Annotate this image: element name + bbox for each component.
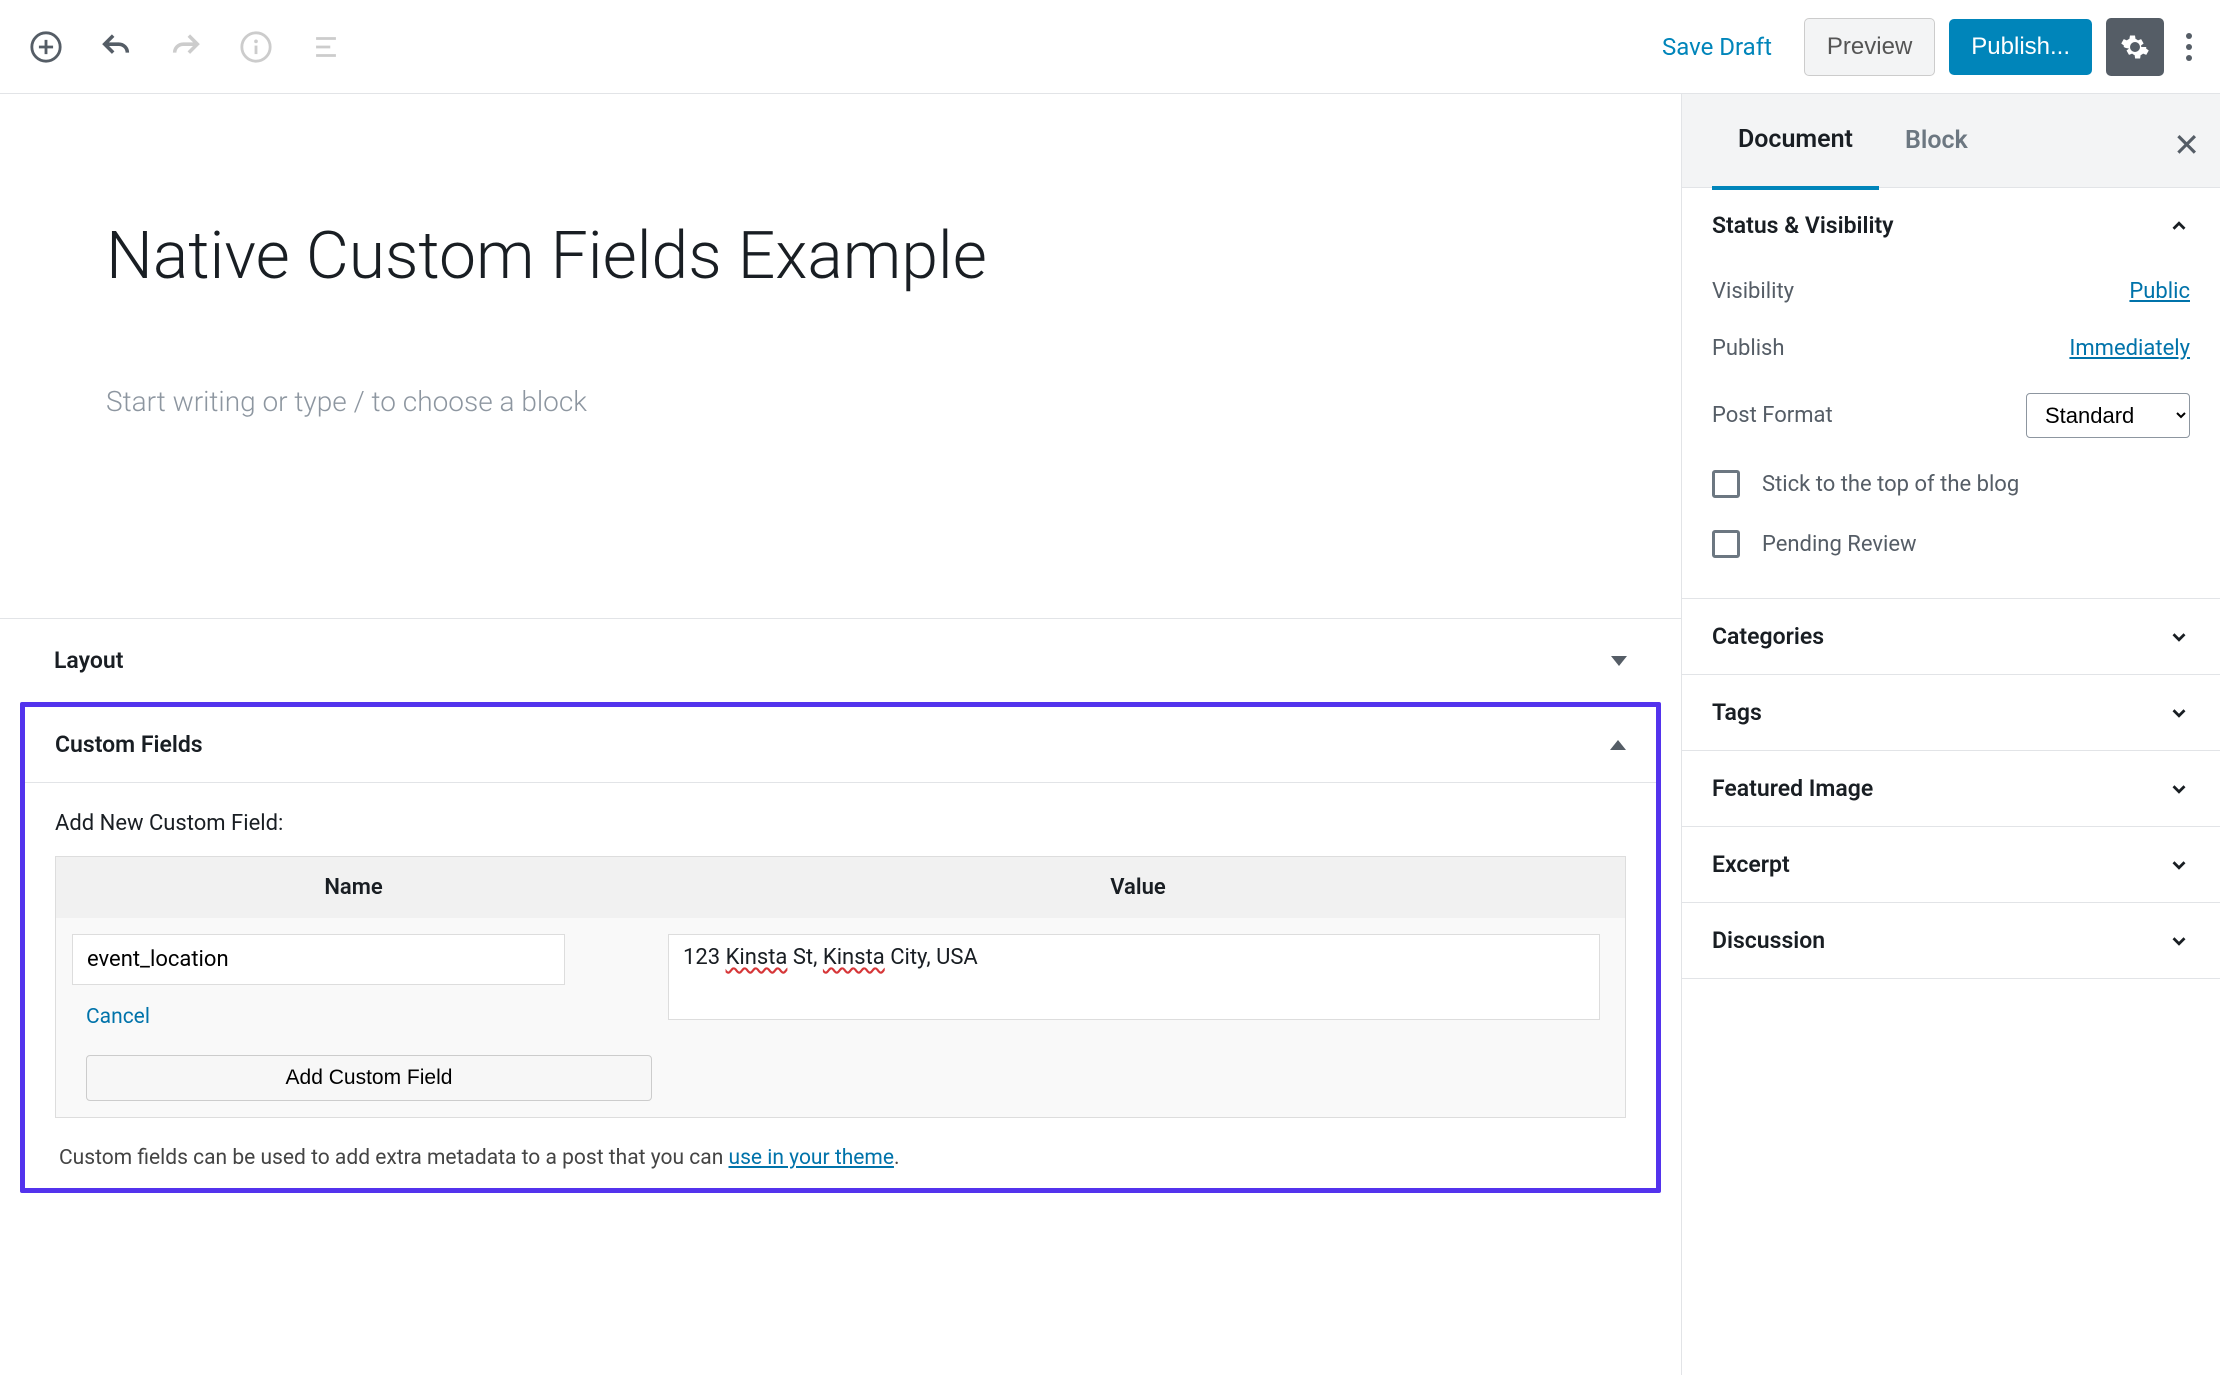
panel-categories-title: Categories xyxy=(1712,623,1824,650)
row-publish: Publish Immediately xyxy=(1712,320,2190,377)
visibility-label: Visibility xyxy=(1712,279,1794,304)
custom-fields-header[interactable]: Custom Fields xyxy=(25,707,1656,783)
post-format-label: Post Format xyxy=(1712,403,1833,428)
tab-document[interactable]: Document xyxy=(1712,93,1879,190)
redo-icon[interactable] xyxy=(168,29,204,65)
publish-button[interactable]: Publish... xyxy=(1949,19,2092,75)
cf-cell-name: Cancel Add Custom Field xyxy=(72,934,652,1101)
panel-discussion-header[interactable]: Discussion xyxy=(1682,903,2220,978)
panel-featured-title: Featured Image xyxy=(1712,775,1873,802)
outline-icon[interactable] xyxy=(308,29,344,65)
block-placeholder[interactable]: Start writing or type / to choose a bloc… xyxy=(106,385,1575,418)
panel-status-visibility: Status & Visibility Visibility Public Pu… xyxy=(1682,188,2220,599)
editor-area: Native Custom Fields Example Start writi… xyxy=(0,94,1681,1375)
toolbar-right: Save Draft Preview Publish... xyxy=(1644,18,2200,76)
settings-button[interactable] xyxy=(2106,18,2164,76)
panel-tags-header[interactable]: Tags xyxy=(1682,675,2220,750)
panel-excerpt-title: Excerpt xyxy=(1712,851,1790,878)
stick-checkbox[interactable] xyxy=(1712,470,1740,498)
save-draft-link[interactable]: Save Draft xyxy=(1644,19,1790,75)
panel-excerpt-header[interactable]: Excerpt xyxy=(1682,827,2220,902)
add-block-icon[interactable] xyxy=(28,29,64,65)
custom-fields-table: Name Value Cancel Add Custom Field 123 K… xyxy=(55,856,1626,1118)
panel-discussion: Discussion xyxy=(1682,903,2220,979)
metabox-custom-fields: Custom Fields Add New Custom Field: Name… xyxy=(20,702,1661,1193)
publish-value[interactable]: Immediately xyxy=(2069,336,2190,361)
info-icon[interactable] xyxy=(238,29,274,65)
chevron-down-icon xyxy=(2168,702,2190,724)
custom-fields-subtitle: Add New Custom Field: xyxy=(55,811,1626,836)
panel-status-body: Visibility Public Publish Immediately Po… xyxy=(1682,263,2220,598)
metabox-layout-title: Layout xyxy=(54,647,123,674)
cf-value-input[interactable]: 123 Kinsta St, Kinsta City, USA xyxy=(668,934,1600,1020)
panel-featured-header[interactable]: Featured Image xyxy=(1682,751,2220,826)
add-custom-field-button[interactable]: Add Custom Field xyxy=(86,1055,652,1101)
panel-excerpt: Excerpt xyxy=(1682,827,2220,903)
main-layout: Native Custom Fields Example Start writi… xyxy=(0,94,2220,1375)
panel-discussion-title: Discussion xyxy=(1712,927,1825,954)
editor-toolbar: Save Draft Preview Publish... xyxy=(0,0,2220,94)
chevron-up-icon xyxy=(2168,215,2190,237)
toolbar-left xyxy=(20,29,344,65)
panel-tags-title: Tags xyxy=(1712,699,1762,726)
post-format-select[interactable]: Standard xyxy=(2026,393,2190,438)
custom-fields-title: Custom Fields xyxy=(55,731,203,758)
stick-label: Stick to the top of the blog xyxy=(1762,472,2019,497)
gear-icon xyxy=(2120,29,2150,65)
chevron-down-icon xyxy=(2168,930,2190,952)
metabox-area: Layout Custom Fields Add New Custom Fiel… xyxy=(0,618,1681,1201)
visibility-value[interactable]: Public xyxy=(2129,279,2190,304)
panel-categories-header[interactable]: Categories xyxy=(1682,599,2220,674)
close-sidebar-icon[interactable]: ✕ xyxy=(2173,126,2200,164)
metabox-layout: Layout xyxy=(20,619,1661,702)
panel-status-title: Status & Visibility xyxy=(1712,212,1894,239)
cf-col-value: Value xyxy=(651,857,1625,918)
cf-name-input[interactable] xyxy=(72,934,565,985)
cf-cancel-link[interactable]: Cancel xyxy=(72,1005,652,1029)
panel-categories: Categories xyxy=(1682,599,2220,675)
chevron-down-icon xyxy=(1611,656,1627,666)
panel-tags: Tags xyxy=(1682,675,2220,751)
cf-row: Cancel Add Custom Field 123 Kinsta St, K… xyxy=(56,918,1625,1117)
post-title[interactable]: Native Custom Fields Example xyxy=(106,218,1575,295)
sidebar-tabs: Document Block ✕ xyxy=(1682,94,2220,188)
preview-button[interactable]: Preview xyxy=(1804,18,1935,76)
chevron-down-icon xyxy=(2168,626,2190,648)
cf-footer-link[interactable]: use in your theme xyxy=(729,1146,894,1170)
undo-icon[interactable] xyxy=(98,29,134,65)
cf-cell-value: 123 Kinsta St, Kinsta City, USA xyxy=(668,934,1609,1101)
document-sidebar: Document Block ✕ Status & Visibility Vis… xyxy=(1681,94,2220,1375)
chevron-up-icon xyxy=(1610,740,1626,750)
publish-label: Publish xyxy=(1712,336,1785,361)
row-post-format: Post Format Standard xyxy=(1712,377,2190,454)
editor-content: Native Custom Fields Example Start writi… xyxy=(0,94,1681,448)
chevron-down-icon xyxy=(2168,854,2190,876)
row-visibility: Visibility Public xyxy=(1712,263,2190,320)
tab-block[interactable]: Block xyxy=(1879,94,1994,187)
panel-status-header[interactable]: Status & Visibility xyxy=(1682,188,2220,263)
row-stick-top: Stick to the top of the blog xyxy=(1712,454,2190,514)
cf-col-name: Name xyxy=(56,857,651,918)
cf-table-head: Name Value xyxy=(56,857,1625,918)
chevron-down-icon xyxy=(2168,778,2190,800)
metabox-layout-header[interactable]: Layout xyxy=(20,619,1661,702)
pending-checkbox[interactable] xyxy=(1712,530,1740,558)
panel-featured-image: Featured Image xyxy=(1682,751,2220,827)
row-pending-review: Pending Review xyxy=(1712,514,2190,574)
more-options-button[interactable] xyxy=(2178,33,2200,61)
custom-fields-body: Add New Custom Field: Name Value Cancel … xyxy=(25,783,1656,1170)
pending-label: Pending Review xyxy=(1762,532,1917,557)
cf-footer: Custom fields can be used to add extra m… xyxy=(55,1146,1626,1170)
